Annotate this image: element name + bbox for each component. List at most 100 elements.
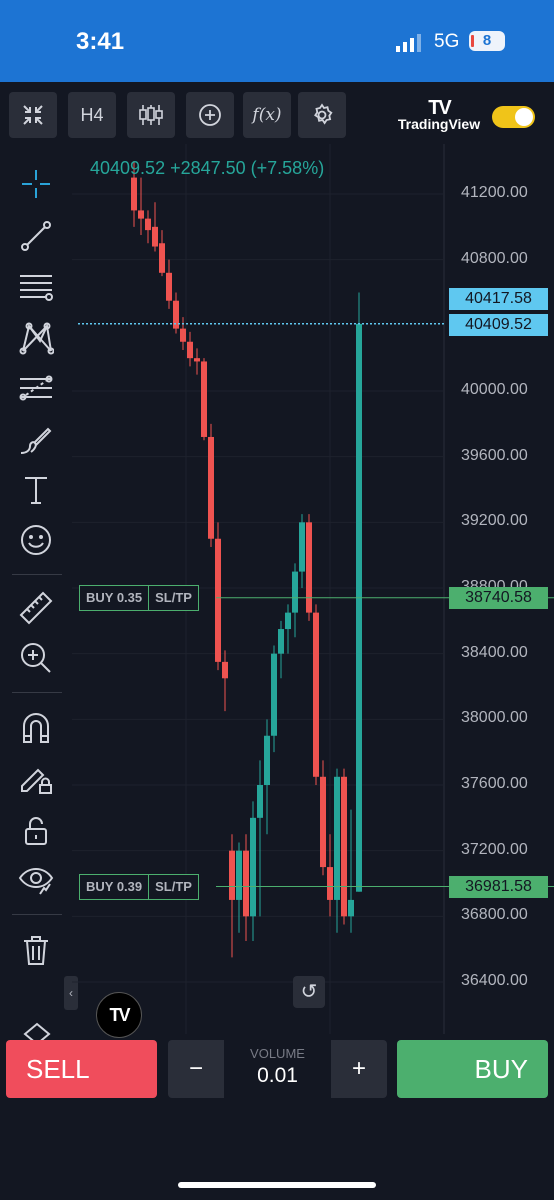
price-axis-label: 41200.00 [461, 184, 528, 201]
home-indicator [178, 1182, 376, 1188]
ruler-icon [19, 591, 53, 625]
position-label[interactable]: BUY 0.35 SL/TP [79, 584, 199, 611]
brush-tool[interactable] [12, 420, 60, 460]
price-axis-label: 36400.00 [461, 972, 528, 989]
sl-tp-button[interactable]: SL/TP [148, 585, 198, 610]
price-tag: 40409.52 [449, 314, 548, 336]
chart-type-button[interactable] [127, 92, 175, 138]
timeframe-button[interactable]: H4 [68, 92, 116, 138]
gear-icon [314, 103, 333, 125]
unlock-tool[interactable] [12, 810, 60, 850]
fib-retracement-icon [20, 275, 53, 301]
candle-down [187, 341, 193, 359]
emoji-icon [21, 525, 51, 555]
battery-level: 8 [482, 32, 492, 49]
pattern-tool[interactable] [12, 318, 60, 358]
add-button[interactable] [186, 92, 234, 138]
prediction-tool[interactable] [12, 368, 60, 408]
price-tag: 36981.58 [449, 876, 548, 898]
volume-decrease-button[interactable]: − [168, 1040, 224, 1098]
drawing-toolbar [0, 144, 72, 1044]
position-label[interactable]: BUY 0.39 SL/TP [79, 873, 199, 900]
tool-divider [12, 574, 62, 575]
magnet-tool[interactable] [12, 708, 60, 748]
theme-toggle[interactable] [492, 106, 535, 128]
prediction-icon [19, 375, 53, 401]
tool-divider [12, 914, 62, 915]
emoji-tool[interactable] [12, 520, 60, 560]
candle-up [348, 899, 354, 917]
indicators-button[interactable]: f(x) [243, 92, 291, 138]
volume-label: VOLUME [250, 1046, 305, 1061]
candle-up [285, 612, 291, 630]
tradingview-logo: TV [428, 97, 452, 119]
candle-down [320, 776, 326, 868]
price-axis-label: 37600.00 [461, 775, 528, 792]
battery-indicator: 8 [469, 31, 505, 51]
candle-down [201, 361, 207, 437]
ruler-tool[interactable] [12, 588, 60, 628]
tradingview-badge[interactable]: TV [96, 992, 142, 1038]
candle-down [138, 210, 144, 219]
settings-button[interactable] [298, 92, 346, 138]
candle-down [229, 850, 235, 900]
candle-down [145, 218, 151, 231]
candle-down [222, 661, 228, 679]
price-axis-label: 38400.00 [461, 643, 528, 661]
fullscreen-button[interactable] [9, 92, 57, 138]
trend-line-tool[interactable] [12, 216, 60, 256]
tradingview-brand: TV TradingView [394, 97, 484, 134]
candle-down [313, 612, 319, 777]
candle-down [327, 867, 333, 900]
pattern-icon [19, 322, 54, 355]
crosshair-tool[interactable] [12, 164, 60, 204]
volume-value: 0.01 [257, 1064, 298, 1087]
candle-up [292, 571, 298, 613]
candle-up [264, 735, 270, 785]
sl-tp-button[interactable]: SL/TP [148, 874, 198, 899]
price-axis-label: 40000.00 [461, 381, 528, 398]
reset-chart-button[interactable]: ↺ [293, 976, 325, 1008]
fib-tool[interactable] [12, 266, 60, 306]
lock-drawing-icon [21, 768, 52, 794]
position-side: BUY 0.35 [86, 589, 143, 605]
volume-increase-button[interactable]: + [331, 1040, 387, 1098]
fullscreen-collapse-icon [23, 105, 43, 125]
text-icon [25, 477, 47, 504]
candle-down [194, 358, 200, 362]
candle-down [152, 226, 158, 247]
trade-panel: SELL − VOLUME 0.01 + BUY [0, 1034, 554, 1104]
price-axis-label: 37200.00 [461, 840, 528, 858]
price-axis-label: 40800.00 [461, 249, 528, 267]
unlock-icon [25, 817, 47, 845]
reset-icon: ↺ [300, 981, 318, 1003]
text-tool[interactable] [12, 470, 60, 510]
buy-button[interactable]: BUY [397, 1040, 548, 1098]
candle-down [243, 850, 249, 917]
candle-down [131, 177, 137, 211]
price-axis-label: 38000.00 [461, 709, 528, 727]
remove-drawings-tool[interactable] [12, 930, 60, 970]
plus-circle-icon [199, 104, 221, 126]
toggle-knob [515, 108, 533, 126]
status-time: 3:41 [76, 28, 125, 55]
candle-down [166, 272, 172, 301]
candle-down [306, 522, 312, 613]
zoom-tool[interactable] [12, 638, 60, 678]
volume-stepper: − VOLUME 0.01 + [168, 1040, 387, 1098]
candle-down [208, 436, 214, 539]
sell-button[interactable]: SELL [6, 1040, 157, 1098]
price-axis-label: 39600.00 [461, 446, 528, 464]
candle-up [250, 817, 256, 917]
indicators-icon: f(x) [252, 105, 282, 125]
volume-field[interactable]: VOLUME 0.01 [224, 1040, 331, 1098]
status-bar: 3:41 5G 8 [0, 0, 554, 82]
magnet-icon [23, 713, 49, 743]
network-type: 5G [434, 31, 460, 52]
chart-toolbar: H4 f(x) TV TradingView [0, 82, 554, 144]
timeframe-label: H4 [80, 104, 104, 125]
ohlc-legend: 40409.52 +2847.50 (+7.58%) [90, 158, 325, 178]
lock-drawing-tool[interactable] [12, 758, 60, 798]
candle-up [257, 785, 263, 818]
visibility-tool[interactable] [12, 860, 60, 900]
